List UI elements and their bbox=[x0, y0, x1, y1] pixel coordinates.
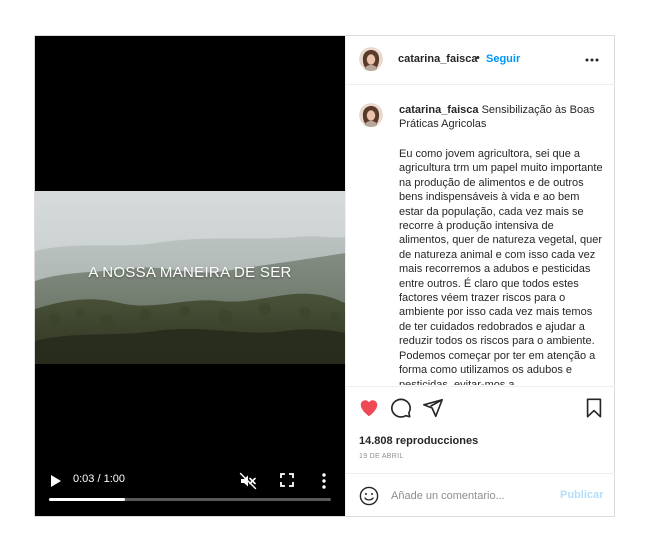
follow-button[interactable]: Seguir bbox=[486, 53, 520, 65]
post-sidebar: catarina_faisca • Seguir catarina_faisca… bbox=[345, 36, 615, 516]
caption-username[interactable]: catarina_faisca bbox=[399, 104, 479, 116]
avatar[interactable] bbox=[359, 47, 383, 71]
video-progress-bar[interactable] bbox=[49, 498, 331, 501]
header-username[interactable]: catarina_faisca bbox=[398, 53, 478, 65]
publish-button[interactable]: Publicar bbox=[560, 489, 603, 501]
video-controls: 0:03 / 1:00 bbox=[35, 466, 345, 516]
play-icon[interactable] bbox=[49, 473, 63, 489]
heart-icon[interactable] bbox=[358, 397, 380, 419]
caption-header: catarina_faisca Sensibilização às Boas P… bbox=[399, 103, 604, 131]
more-horizontal-icon[interactable] bbox=[584, 53, 600, 67]
view-count[interactable]: 14.808 reproducciones bbox=[359, 435, 478, 447]
comment-icon[interactable] bbox=[390, 397, 412, 419]
video-progress-fill bbox=[49, 498, 126, 501]
muted-icon[interactable] bbox=[239, 472, 257, 490]
fullscreen-icon[interactable] bbox=[279, 472, 295, 488]
separator-dot: • bbox=[476, 52, 480, 64]
video-time: 0:03 / 1:00 bbox=[73, 473, 125, 485]
comment-input[interactable] bbox=[391, 488, 551, 504]
caption-text: Eu como jovem agricultora, sei que a agr… bbox=[399, 148, 603, 385]
share-icon[interactable] bbox=[422, 397, 444, 419]
caption-avatar[interactable] bbox=[359, 103, 383, 127]
post-actions: 14.808 reproducciones 19 DE ABRIL Public… bbox=[346, 386, 615, 517]
post-header: catarina_faisca • Seguir bbox=[346, 36, 615, 85]
more-vertical-icon[interactable] bbox=[319, 472, 329, 490]
add-comment-bar: Publicar bbox=[346, 473, 615, 518]
caption-area: catarina_faisca Sensibilização às Boas P… bbox=[346, 85, 615, 385]
video-overlay-title: A NOSSA MANEIRA DE SER bbox=[88, 264, 292, 281]
instagram-post: A NOSSA MANEIRA DE SER 0:03 / 1:00 catar… bbox=[34, 35, 615, 517]
video-frame[interactable]: A NOSSA MANEIRA DE SER bbox=[35, 191, 345, 364]
post-date[interactable]: 19 DE ABRIL bbox=[359, 453, 404, 460]
video-player[interactable]: A NOSSA MANEIRA DE SER 0:03 / 1:00 bbox=[35, 36, 345, 516]
bookmark-icon[interactable] bbox=[583, 397, 605, 419]
smile-icon[interactable] bbox=[359, 486, 379, 506]
